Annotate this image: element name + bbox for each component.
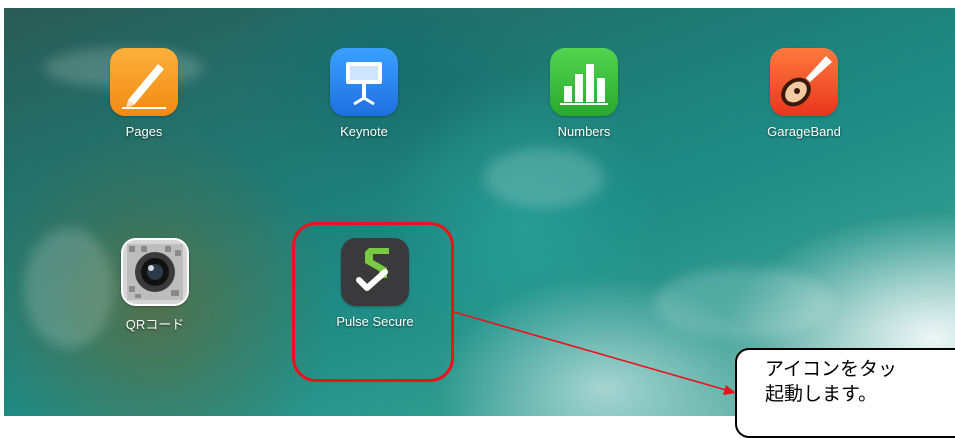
callout-line-2: 起動します。 [765,383,878,405]
callout-line-1: アイコンをタッ [765,358,898,380]
instruction-callout: アイコンをタッ 起動します。 [735,348,955,438]
